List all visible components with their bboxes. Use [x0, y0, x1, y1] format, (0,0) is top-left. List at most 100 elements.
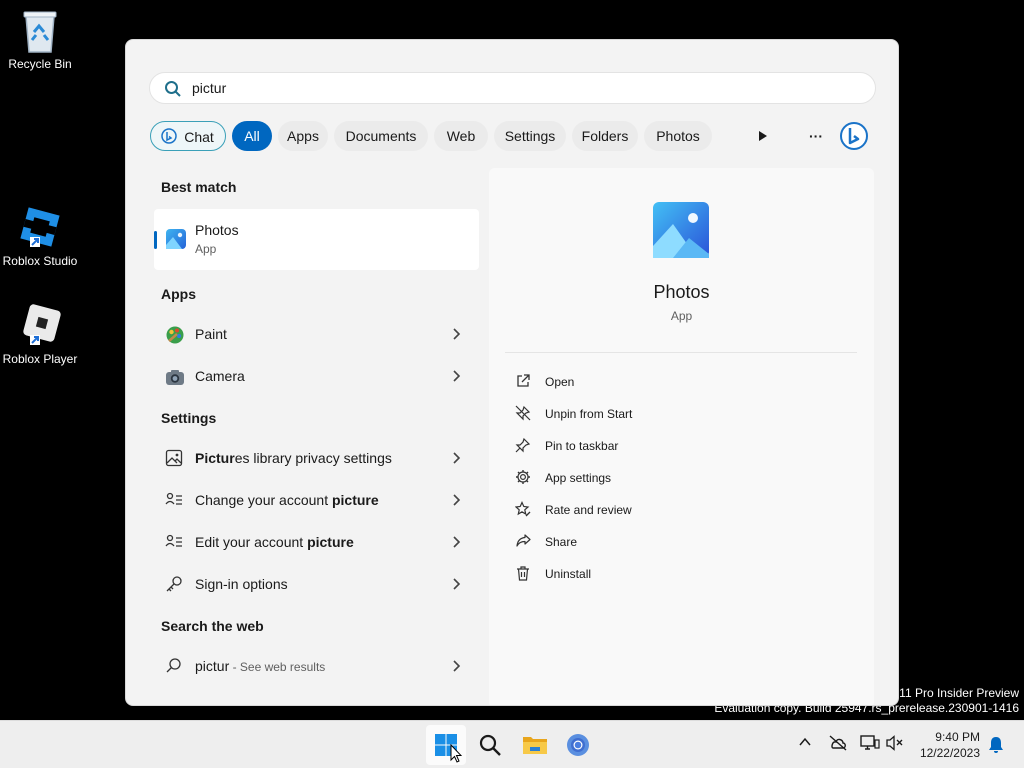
- paint-icon: [166, 326, 184, 344]
- filter-all-label: All: [244, 128, 260, 144]
- chevron-right-icon: [453, 328, 461, 340]
- best-match-photos[interactable]: Photos App: [154, 209, 479, 270]
- share-icon: [516, 534, 531, 547]
- filter-folders[interactable]: Folders: [572, 121, 638, 151]
- action-share[interactable]: Share: [515, 527, 845, 555]
- roblox-studio-shortcut[interactable]: Roblox Studio: [0, 203, 80, 268]
- pin-icon: [515, 437, 531, 453]
- photos-app-large-icon: [653, 202, 709, 258]
- edit-account-picture-pre: Edit your account: [195, 534, 308, 550]
- pictures-privacy-label: Pictures library privacy settings: [195, 450, 392, 466]
- result-pictures-privacy[interactable]: Pictures library privacy settings: [154, 439, 479, 479]
- chromium-icon: [567, 734, 589, 756]
- unpin-icon: [515, 405, 531, 421]
- gear-icon: [516, 470, 530, 484]
- volume-muted-icon[interactable]: [886, 735, 904, 751]
- action-open[interactable]: Open: [515, 367, 845, 395]
- result-sign-in-options[interactable]: Sign-in options: [154, 565, 479, 605]
- best-match-heading: Best match: [161, 179, 237, 195]
- filter-folders-label: Folders: [581, 128, 629, 144]
- change-account-picture-match: picture: [331, 492, 379, 508]
- network-icon[interactable]: [860, 735, 880, 751]
- filter-photos[interactable]: Photos: [644, 121, 712, 151]
- chevron-right-icon: [453, 452, 461, 464]
- sign-in-options-label: Sign-in options: [195, 576, 288, 592]
- pictures-privacy-rest: es library privacy settings: [234, 450, 392, 466]
- result-app-paint[interactable]: Paint: [154, 315, 479, 355]
- action-app-settings[interactable]: App settings: [515, 463, 845, 491]
- filter-settings[interactable]: Settings: [494, 121, 566, 151]
- bing-icon: [840, 122, 868, 150]
- filter-bar: Chat All Apps Documents Web Settings Fol…: [149, 120, 889, 154]
- action-pin-label: Pin to taskbar: [545, 439, 619, 453]
- search-input[interactable]: [192, 78, 792, 98]
- filter-photos-label: Photos: [656, 128, 700, 144]
- filter-chat-label: Chat: [184, 129, 214, 145]
- search-web-heading: Search the web: [161, 618, 264, 634]
- result-edit-account-picture[interactable]: Edit your account picture: [154, 523, 479, 563]
- search-icon: [479, 734, 501, 756]
- chevron-right-icon: [453, 660, 461, 672]
- bing-button[interactable]: [839, 121, 869, 151]
- roblox-player-label: Roblox Player: [2, 352, 78, 366]
- web-search-query: pictur: [195, 658, 230, 674]
- selection-accent: [154, 231, 157, 249]
- browser-button[interactable]: [558, 725, 598, 765]
- edit-account-picture-match: picture: [307, 534, 354, 550]
- web-search-label: pictur - See web results: [195, 658, 325, 674]
- account-list-icon: [165, 492, 182, 505]
- trash-icon: [517, 566, 529, 581]
- search-panel: Chat All Apps Documents Web Settings Fol…: [125, 39, 899, 706]
- action-unpin-from-start[interactable]: Unpin from Start: [515, 399, 845, 427]
- action-rate-and-review[interactable]: Rate and review: [515, 495, 845, 523]
- recycle-bin-shortcut[interactable]: Recycle Bin: [0, 6, 80, 71]
- more-filters-button[interactable]: [748, 121, 778, 151]
- preview-pane: Photos App Open Unpin from Start Pin to …: [489, 168, 874, 705]
- filter-chat[interactable]: Chat: [150, 121, 226, 151]
- folder-icon: [523, 737, 547, 754]
- result-change-account-picture[interactable]: Change your account picture: [154, 481, 479, 521]
- edit-account-picture-label: Edit your account picture: [195, 534, 354, 550]
- filter-all[interactable]: All: [232, 121, 272, 151]
- result-app-camera[interactable]: Camera: [154, 357, 479, 397]
- change-account-picture-pre: Change your account: [195, 492, 332, 508]
- options-button[interactable]: ···: [801, 121, 831, 151]
- action-uninstall[interactable]: Uninstall: [515, 559, 845, 587]
- best-match-type: App: [195, 242, 217, 256]
- roblox-player-shortcut[interactable]: Roblox Player: [0, 301, 80, 366]
- mouse-cursor-icon: [450, 744, 462, 763]
- search-icon: [165, 81, 181, 97]
- recycle-bin-label: Recycle Bin: [8, 57, 72, 71]
- taskbar: 9:40 PM 12/22/2023: [0, 720, 1024, 768]
- camera-icon: [166, 370, 184, 385]
- action-open-label: Open: [545, 375, 575, 389]
- image-icon: [165, 449, 183, 467]
- action-pin-to-taskbar[interactable]: Pin to taskbar: [515, 431, 845, 459]
- chevron-up-icon[interactable]: [798, 735, 812, 749]
- filter-web[interactable]: Web: [434, 121, 488, 151]
- clock[interactable]: 9:40 PM 12/22/2023: [918, 729, 980, 761]
- result-web-search[interactable]: pictur - See web results: [154, 647, 479, 687]
- cloud-offline-icon[interactable]: [828, 735, 848, 751]
- chevron-right-icon: [453, 370, 461, 382]
- preview-app-type: App: [670, 309, 693, 323]
- taskbar-search-button[interactable]: [470, 725, 510, 765]
- filter-settings-label: Settings: [504, 128, 556, 144]
- action-unpin-label: Unpin from Start: [545, 407, 633, 421]
- clock-date: 12/22/2023: [919, 746, 980, 760]
- web-search-sub: - See web results: [229, 660, 326, 674]
- preview-divider: [505, 352, 857, 353]
- search-box[interactable]: [149, 72, 876, 104]
- notification-bell-icon[interactable]: [988, 736, 1004, 754]
- file-explorer-button[interactable]: [514, 725, 554, 765]
- clock-time: 9:40 PM: [935, 730, 980, 744]
- filter-documents[interactable]: Documents: [334, 121, 428, 151]
- action-share-label: Share: [545, 535, 578, 549]
- star-edit-icon: [515, 501, 531, 517]
- pictures-privacy-match: Pictur: [195, 450, 235, 466]
- preview-app-name: Photos: [653, 282, 710, 302]
- camera-label: Camera: [195, 368, 245, 384]
- bing-chat-icon: [161, 128, 177, 144]
- filter-apps[interactable]: Apps: [278, 121, 328, 151]
- action-app-settings-label: App settings: [545, 471, 612, 485]
